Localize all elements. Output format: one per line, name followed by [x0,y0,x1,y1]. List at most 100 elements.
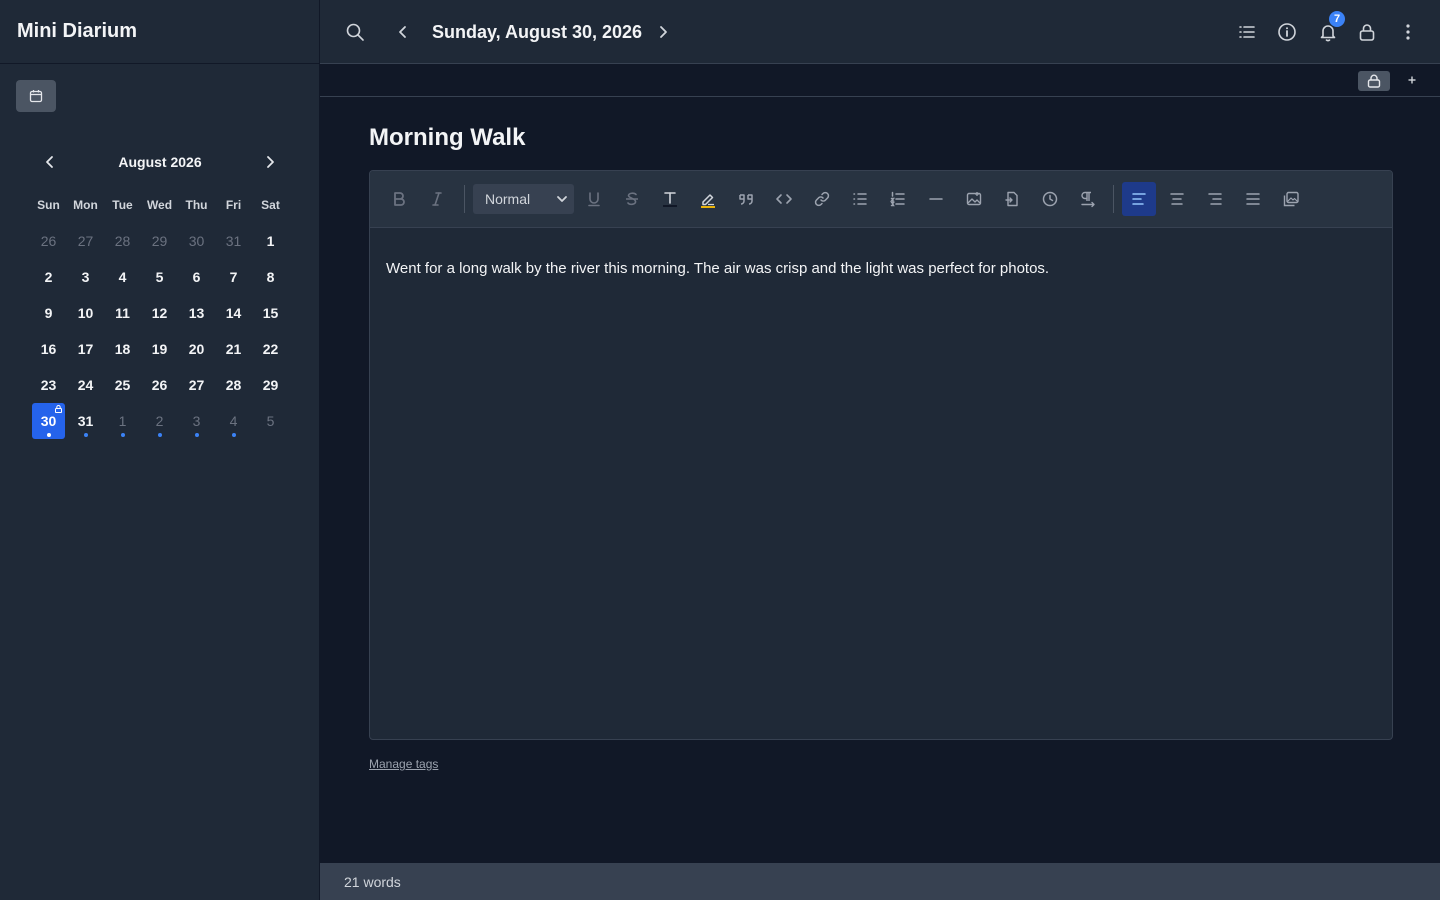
bold-icon [394,192,405,206]
calendar-day[interactable]: 8 [252,259,289,295]
calendar-day[interactable]: 7 [215,259,252,295]
info-button[interactable] [1271,16,1303,48]
next-month-button[interactable] [250,146,290,178]
calendar-day[interactable]: 4 [104,259,141,295]
code-button[interactable] [769,184,799,214]
notifications-button[interactable]: 7 [1312,11,1345,48]
align-right-icon [1208,193,1222,205]
calendar-day[interactable]: 16 [30,331,67,367]
calendar-day[interactable]: 4 [215,403,252,439]
underline-icon [588,192,600,207]
entry-dot [231,433,236,437]
lock-journal-button[interactable] [1351,16,1383,48]
text-direction-button[interactable] [1073,184,1103,214]
calendar-day[interactable]: 12 [141,295,178,331]
bullet-list-button[interactable] [845,184,875,214]
prev-month-button[interactable] [30,146,70,178]
calendar-day[interactable]: 10 [67,295,104,331]
calendar-day[interactable]: 2 [141,403,178,439]
chevron-down-icon [557,196,567,202]
calendar-day[interactable]: 26 [30,223,67,259]
bold-button[interactable] [384,184,414,214]
calendar-day[interactable]: 1 [252,223,289,259]
align-left-button[interactable] [1122,182,1156,216]
align-center-button[interactable] [1162,184,1192,214]
calendar-day[interactable]: 31 [67,403,104,439]
calendar-day[interactable]: 27 [178,367,215,403]
calendar-day[interactable]: 3 [67,259,104,295]
list-icon [1239,26,1255,38]
calendar-day[interactable]: 3 [178,403,215,439]
insert-time-button[interactable] [1035,184,1065,214]
calendar-day[interactable]: 1 [104,403,141,439]
calendar-day[interactable]: 9 [30,295,67,331]
calendar-day[interactable]: 5 [141,259,178,295]
more-menu-button[interactable] [1392,16,1424,48]
calendar-day[interactable]: 15 [252,295,289,331]
align-right-button[interactable] [1200,184,1230,214]
search-button[interactable] [339,16,371,48]
calendar-day[interactable]: 22 [252,331,289,367]
editor-content[interactable]: Went for a long walk by the river this m… [370,228,1392,310]
insert-image-button[interactable] [959,184,989,214]
calendar-day[interactable]: 2 [30,259,67,295]
clock-icon [1042,191,1058,207]
day-number: 2 [155,413,164,429]
entry-title[interactable]: Morning Walk [369,124,525,152]
calendar-day[interactable]: 29 [141,223,178,259]
toolbar-divider [464,185,465,213]
image-gallery-button[interactable] [1276,184,1306,214]
align-justify-button[interactable] [1238,184,1268,214]
weekday-label: Thu [185,198,208,212]
prev-day-button[interactable] [387,16,419,48]
highlight-button[interactable] [693,184,723,214]
blockquote-button[interactable] [731,184,761,214]
chevron-right-icon [267,156,274,168]
next-day-button[interactable] [647,16,679,48]
calendar-day[interactable]: 29 [252,367,289,403]
calendar-day[interactable]: 25 [104,367,141,403]
calendar-toggle-button[interactable] [16,80,56,112]
toolbar-divider [1113,185,1114,213]
calendar-day[interactable]: 17 [67,331,104,367]
calendar-day[interactable]: 28 [215,367,252,403]
calendar-day[interactable]: 30 [178,223,215,259]
calendar-day[interactable]: 20 [178,331,215,367]
text-color-button[interactable] [655,184,685,214]
add-entry-button[interactable] [1404,68,1420,92]
strikethrough-button[interactable] [617,184,647,214]
entry-lock-button[interactable] [1358,71,1390,91]
word-count: 21 words [344,873,401,890]
calendar-day[interactable]: 13 [178,295,215,331]
calendar-day[interactable]: 11 [104,295,141,331]
insert-file-button[interactable] [997,184,1027,214]
link-button[interactable] [807,184,837,214]
week-row: 30 31 1 2 3 4 5 [30,403,290,439]
image-icon [966,192,982,206]
italic-icon [432,192,442,206]
weekday-label: Sat [261,198,280,212]
underline-button[interactable] [579,184,609,214]
italic-button[interactable] [422,184,452,214]
calendar-day[interactable]: 27 [67,223,104,259]
calendar-day[interactable]: 19 [141,331,178,367]
calendar-day[interactable]: 5 [252,403,289,439]
status-bar: 21 words [320,863,1440,900]
calendar-day[interactable]: 6 [178,259,215,295]
calendar-day[interactable]: 28 [104,223,141,259]
calendar-day[interactable]: 31 [215,223,252,259]
horizontal-rule-icon [929,198,943,200]
calendar-day[interactable]: 23 [30,367,67,403]
calendar-day[interactable]: 18 [104,331,141,367]
ordered-list-button[interactable] [883,184,913,214]
calendar-day[interactable]: 24 [67,367,104,403]
align-center-icon [1170,193,1184,205]
manage-tags-link[interactable]: Manage tags [369,757,438,771]
entry-list-button[interactable] [1231,16,1263,48]
horizontal-rule-button[interactable] [921,184,951,214]
block-format-select[interactable]: Normal [473,184,574,214]
calendar-day[interactable]: 26 [141,367,178,403]
calendar-day[interactable]: 14 [215,295,252,331]
calendar-day-selected[interactable]: 30 [32,403,65,439]
calendar-day[interactable]: 21 [215,331,252,367]
